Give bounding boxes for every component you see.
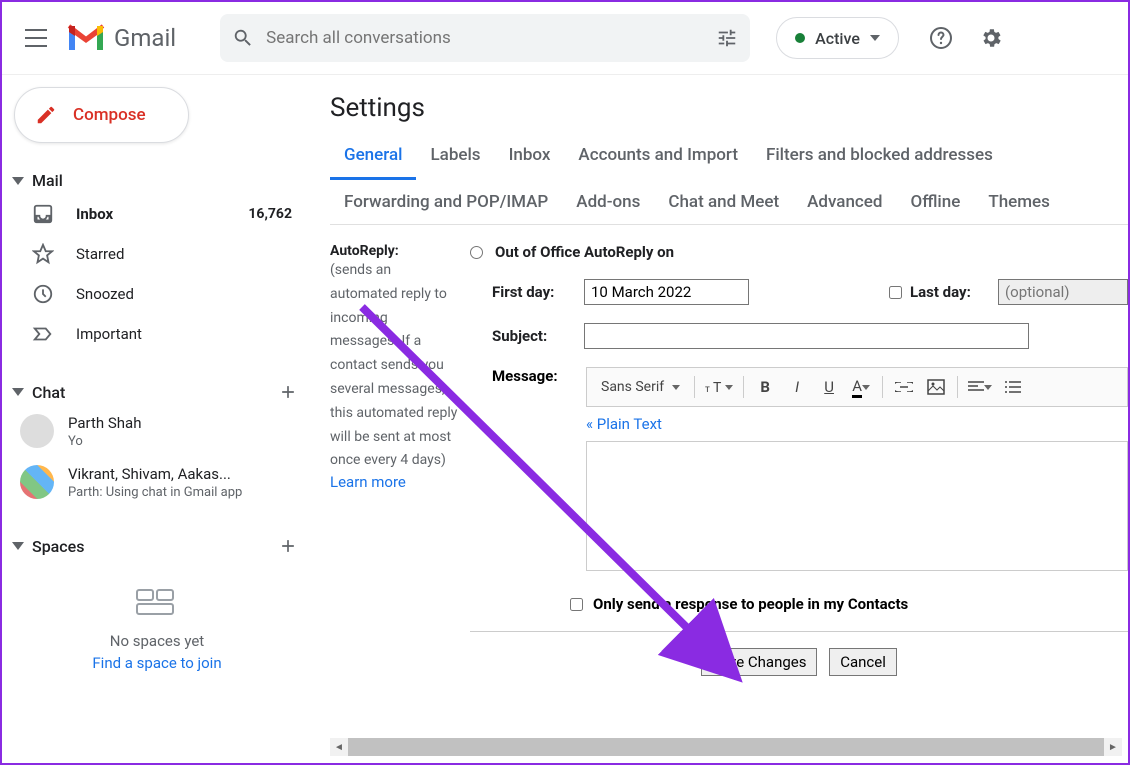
plain-text-link[interactable]: « Plain Text: [586, 415, 1128, 433]
chat-section-header[interactable]: Chat: [2, 378, 312, 406]
chevron-down-icon: [870, 35, 880, 41]
search-icon: [232, 27, 254, 49]
font-select[interactable]: Sans Serif: [593, 372, 688, 402]
autoreply-on-radio[interactable]: [470, 246, 483, 259]
pencil-icon: [35, 104, 57, 126]
cancel-button[interactable]: Cancel: [829, 648, 897, 676]
sidebar-item-inbox[interactable]: Inbox 16,762: [2, 194, 312, 234]
last-day-label: Last day:: [910, 283, 990, 301]
important-icon: [32, 323, 54, 345]
message-editor[interactable]: [586, 441, 1128, 571]
clock-icon: [32, 283, 54, 305]
list-icon[interactable]: [998, 372, 1028, 402]
save-button[interactable]: Save Changes: [701, 648, 817, 676]
tab-labels[interactable]: Labels: [416, 133, 494, 180]
sidebar-item-snoozed[interactable]: Snoozed: [2, 274, 312, 314]
last-day-checkbox[interactable]: [889, 286, 902, 299]
subject-label: Subject:: [492, 327, 572, 345]
autoreply-desc: (sends an automated reply to incoming me…: [330, 262, 457, 468]
search-input[interactable]: [266, 28, 704, 48]
scroll-left-icon[interactable]: ◄: [330, 738, 348, 756]
mail-section-header[interactable]: Mail: [2, 167, 312, 194]
chevron-down-icon: [10, 388, 26, 396]
app-name: Gmail: [114, 24, 176, 52]
find-space-link[interactable]: Find a space to join: [2, 654, 312, 672]
chat-item[interactable]: Parth ShahYo: [2, 406, 312, 457]
compose-label: Compose: [73, 105, 146, 125]
tab-inbox[interactable]: Inbox: [495, 133, 565, 180]
align-icon[interactable]: [964, 372, 996, 402]
sidebar-item-important[interactable]: Important: [2, 314, 312, 354]
tab-filters-and-blocked-addresses[interactable]: Filters and blocked addresses: [752, 133, 1007, 180]
sidebar-item-starred[interactable]: Starred: [2, 234, 312, 274]
page-title: Settings: [330, 93, 1128, 123]
settings-tabs: GeneralLabelsInboxAccounts and ImportFil…: [330, 133, 1128, 225]
avatar: [20, 465, 54, 499]
last-day-input[interactable]: [998, 279, 1128, 305]
spaces-section-header[interactable]: Spaces: [2, 532, 312, 560]
chevron-down-icon: [10, 542, 26, 550]
tab-advanced[interactable]: Advanced: [793, 180, 896, 224]
autoreply-on-label: Out of Office AutoReply on: [495, 243, 674, 261]
image-icon[interactable]: [921, 372, 951, 402]
tab-general[interactable]: General: [330, 133, 416, 180]
scroll-thumb[interactable]: [348, 738, 1104, 756]
tab-add-ons[interactable]: Add-ons: [562, 180, 654, 224]
plus-icon[interactable]: [278, 382, 298, 402]
horizontal-scrollbar[interactable]: ◄ ►: [330, 738, 1122, 756]
spaces-empty-title: No spaces yet: [2, 632, 312, 650]
italic-icon[interactable]: I: [782, 372, 812, 402]
text-color-icon[interactable]: A: [846, 372, 876, 402]
help-icon[interactable]: [919, 16, 963, 60]
tab-chat-and-meet[interactable]: Chat and Meet: [654, 180, 793, 224]
svg-text:T: T: [713, 380, 722, 395]
star-icon: [32, 243, 54, 265]
tab-accounts-and-import[interactable]: Accounts and Import: [564, 133, 752, 180]
tab-offline[interactable]: Offline: [897, 180, 975, 224]
chevron-down-icon: [10, 177, 26, 185]
gear-icon[interactable]: [969, 16, 1013, 60]
menu-icon[interactable]: [14, 16, 58, 60]
tab-themes[interactable]: Themes: [974, 180, 1064, 224]
avatar: [20, 414, 54, 448]
spaces-empty-icon: [135, 588, 179, 618]
inbox-icon: [32, 203, 54, 225]
message-label: Message:: [492, 367, 572, 385]
plus-icon[interactable]: [278, 536, 298, 556]
gmail-logo[interactable]: Gmail: [66, 23, 176, 53]
autoreply-title: AutoReply:: [330, 243, 399, 259]
bold-icon[interactable]: B: [750, 372, 780, 402]
search-bar[interactable]: [220, 14, 750, 62]
compose-button[interactable]: Compose: [14, 87, 189, 143]
status-pill[interactable]: Active: [776, 17, 899, 59]
tab-forwarding-and-pop/imap[interactable]: Forwarding and POP/IMAP: [330, 180, 562, 224]
first-day-input[interactable]: [584, 279, 749, 305]
font-size-icon[interactable]: тT: [701, 372, 737, 402]
learn-more-link[interactable]: Learn more: [330, 473, 406, 491]
active-dot-icon: [795, 33, 805, 43]
underline-icon[interactable]: U: [814, 372, 844, 402]
first-day-label: First day:: [492, 283, 572, 301]
status-label: Active: [815, 29, 860, 48]
svg-text:т: т: [705, 384, 710, 395]
chat-item[interactable]: Vikrant, Shivam, Aakas...Parth: Using ch…: [2, 457, 312, 508]
editor-toolbar: Sans Serif тT B I U A: [586, 367, 1128, 407]
scroll-right-icon[interactable]: ►: [1104, 738, 1122, 756]
contacts-only-label: Only send a response to people in my Con…: [593, 595, 908, 613]
search-options-icon[interactable]: [716, 27, 738, 49]
subject-input[interactable]: [584, 323, 1029, 349]
link-icon[interactable]: [889, 372, 919, 402]
contacts-only-checkbox[interactable]: [570, 598, 583, 611]
